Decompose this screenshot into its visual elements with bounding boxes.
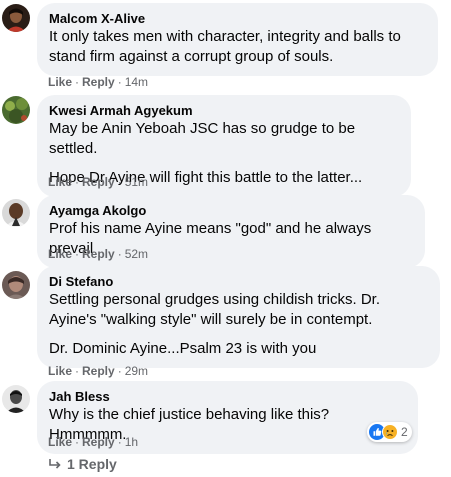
comment-actions: Like · Reply · 1h [48,435,138,449]
avatar[interactable] [2,385,30,413]
comment-text: Settling personal grudges using childish… [49,291,380,328]
comment-timestamp[interactable]: 51m [125,175,148,189]
comment-text: It only takes men with character, integr… [49,28,401,65]
comment-actions: Like · Reply · 14m [48,75,148,89]
avatar[interactable] [2,199,30,227]
replies-label: 1 Reply [67,456,117,472]
avatar[interactable] [2,96,30,124]
comment-text: May be Anin Yeboah JSC has so grudge to … [49,120,356,157]
sad-reaction-icon [382,424,398,440]
reply-link[interactable]: Reply [82,364,115,378]
separator-dot: · [75,364,80,378]
reply-arrow-icon [49,459,61,469]
comment-timestamp[interactable]: 29m [125,364,148,378]
separator-dot: · [117,247,122,261]
separator-dot: · [117,75,122,89]
comment-author[interactable]: Di Stefano [49,274,428,290]
comment-timestamp[interactable]: 52m [125,247,148,261]
comment-actions: Like · Reply · 51m [48,175,148,189]
separator-dot: · [117,364,122,378]
like-link[interactable]: Like [48,175,72,189]
reaction-summary[interactable]: 2 [367,422,412,442]
comment-author[interactable]: Kwesi Armah Agyekum [49,103,399,119]
separator-dot: · [75,247,80,261]
reply-link[interactable]: Reply [82,75,115,89]
separator-dot: · [117,175,122,189]
separator-dot: · [117,435,122,449]
comment-actions: Like · Reply · 29m [48,364,148,378]
reply-link[interactable]: Reply [82,175,115,189]
separator-dot: · [75,435,80,449]
comment-timestamp[interactable]: 1h [125,435,138,449]
separator-dot: · [75,75,80,89]
like-link[interactable]: Like [48,247,72,261]
separator-dot: · [75,175,80,189]
comment-bubble: Malcom X-Alive It only takes men with ch… [37,3,438,76]
comment-author[interactable]: Jah Bless [49,389,406,405]
avatar[interactable] [2,4,30,32]
reply-link[interactable]: Reply [82,435,115,449]
comment-actions: Like · Reply · 52m [48,247,148,261]
comment-timestamp[interactable]: 14m [125,75,148,89]
like-link[interactable]: Like [48,435,72,449]
comment-text: Dr. Dominic Ayine...Psalm 23 is with you [49,340,317,357]
comment-thread: Malcom X-Alive It only takes men with ch… [0,0,451,477]
like-link[interactable]: Like [48,364,72,378]
comment-author[interactable]: Ayamga Akolgo [49,203,413,219]
comment-bubble: Di Stefano Settling personal grudges usi… [37,266,440,368]
view-replies-link[interactable]: 1 Reply [48,456,117,472]
like-link[interactable]: Like [48,75,72,89]
avatar[interactable] [2,271,30,299]
reaction-count: 2 [401,425,408,439]
reply-link[interactable]: Reply [82,247,115,261]
comment-author[interactable]: Malcom X-Alive [49,11,426,27]
